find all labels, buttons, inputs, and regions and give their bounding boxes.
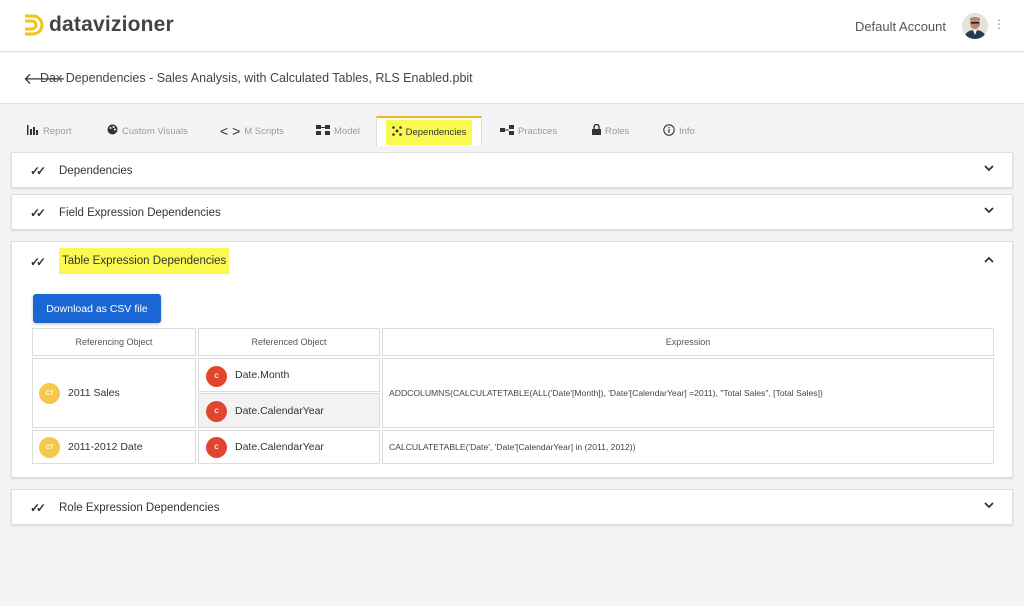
panel-header[interactable]: ✓✓ Field Expression Dependencies bbox=[12, 195, 1012, 230]
palette-icon bbox=[107, 124, 118, 138]
panel-title: Table Expression Dependencies bbox=[59, 248, 230, 274]
app-header: datavizioner Default Account ⋮ bbox=[0, 0, 1024, 52]
column-badge: C bbox=[206, 366, 227, 387]
referencing-object: 2011 Sales bbox=[68, 387, 120, 399]
double-check-icon: ✓✓ bbox=[30, 206, 46, 220]
tab-bar: Report Custom Visuals < > M Scripts Mode… bbox=[0, 116, 1024, 146]
calculated-table-badge: CT bbox=[39, 383, 60, 404]
panel-header[interactable]: ✓✓ Table Expression Dependencies bbox=[12, 242, 1012, 282]
code-icon: < > bbox=[220, 123, 241, 139]
tab-label: Info bbox=[679, 125, 695, 137]
dependencies-icon bbox=[391, 125, 402, 139]
chevron-down-icon[interactable] bbox=[984, 205, 994, 217]
double-check-icon: ✓✓ bbox=[30, 164, 46, 178]
column-badge: C bbox=[206, 437, 227, 458]
column-header-expression: Expression bbox=[382, 328, 994, 356]
tab-label: Custom Visuals bbox=[122, 125, 188, 137]
table-row-1-referenced-1: C Date.Month bbox=[198, 358, 380, 392]
table-row-2-expression: CALCULATETABLE('Date', 'Date'[CalendarYe… bbox=[382, 430, 994, 464]
model-icon bbox=[316, 124, 330, 138]
brand-name: datavizioner bbox=[49, 13, 174, 36]
logo-icon bbox=[25, 14, 44, 36]
tab-m-scripts[interactable]: < > M Scripts bbox=[220, 116, 284, 146]
calculated-table-badge: CT bbox=[39, 437, 60, 458]
bar-chart-icon bbox=[27, 124, 39, 138]
panel-header[interactable]: ✓✓ Dependencies bbox=[12, 153, 1012, 188]
table-expression-panel: ✓✓ Table Expression Dependencies Downloa… bbox=[11, 241, 1013, 478]
table-row-1-expression: ADDCOLUMNS(CALCULATETABLE(ALL('Date'[Mon… bbox=[382, 358, 994, 428]
datavizioner-logo[interactable]: datavizioner bbox=[22, 13, 174, 37]
practices-icon bbox=[500, 124, 514, 138]
tab-label: Model bbox=[334, 125, 360, 137]
tab-label: Roles bbox=[605, 125, 630, 137]
tab-practices[interactable]: Practices bbox=[500, 116, 557, 146]
table-row-1-referencing: CT 2011 Sales bbox=[32, 358, 196, 428]
file-title: Dax Dependencies - Sales Analysis, with … bbox=[40, 71, 473, 85]
referencing-object: 2011-2012 Date bbox=[68, 441, 143, 453]
dependencies-panel: ✓✓ Dependencies bbox=[11, 152, 1013, 188]
info-icon bbox=[663, 123, 675, 139]
panel-title: Role Expression Dependencies bbox=[59, 502, 220, 514]
kebab-icon[interactable]: ⋮ bbox=[993, 17, 1005, 31]
download-csv-button[interactable]: Download as CSV file bbox=[33, 294, 161, 323]
tab-model[interactable]: Model bbox=[316, 116, 360, 146]
panel-title: Dependencies bbox=[59, 165, 133, 177]
account-name[interactable]: Default Account bbox=[855, 19, 946, 34]
tab-label: M Scripts bbox=[244, 125, 284, 137]
title-highlight: Table Expression Dependencies bbox=[59, 248, 230, 274]
double-check-icon: ✓✓ bbox=[30, 501, 46, 515]
role-expression-panel: ✓✓ Role Expression Dependencies bbox=[11, 489, 1013, 525]
expression-text: ADDCOLUMNS(CALCULATETABLE(ALL('Date'[Mon… bbox=[389, 388, 823, 398]
tab-highlight: Dependencies bbox=[385, 119, 473, 145]
table-row-2-referenced-1: C Date.CalendarYear bbox=[198, 430, 380, 464]
expression-text: CALCULATETABLE('Date', 'Date'[CalendarYe… bbox=[389, 442, 636, 452]
column-badge: C bbox=[206, 401, 227, 422]
field-expression-panel: ✓✓ Field Expression Dependencies bbox=[11, 194, 1013, 230]
panel-title: Field Expression Dependencies bbox=[59, 207, 221, 219]
avatar[interactable] bbox=[962, 13, 988, 39]
tab-info[interactable]: Info bbox=[663, 116, 695, 146]
tab-custom-visuals[interactable]: Custom Visuals bbox=[107, 116, 188, 146]
chevron-down-icon[interactable] bbox=[984, 163, 994, 175]
panel-header[interactable]: ✓✓ Role Expression Dependencies bbox=[12, 490, 1012, 525]
table-row-1-referenced-2: C Date.CalendarYear bbox=[198, 393, 380, 428]
table-row-2-referencing: CT 2011-2012 Date bbox=[32, 430, 196, 464]
tab-label: Report bbox=[43, 125, 72, 137]
tab-label: Practices bbox=[518, 125, 558, 137]
referenced-object: Date.CalendarYear bbox=[235, 405, 324, 417]
tab-roles[interactable]: Roles bbox=[592, 116, 629, 146]
chevron-up-icon[interactable] bbox=[984, 254, 994, 266]
file-bar: 🡐 Dax Dependencies - Sales Analysis, wit… bbox=[0, 53, 1024, 104]
lock-icon bbox=[592, 123, 601, 138]
column-header-referencing: Referencing Object bbox=[32, 328, 196, 356]
column-header-referenced: Referenced Object bbox=[198, 328, 380, 356]
referenced-object: Date.CalendarYear bbox=[235, 441, 324, 453]
chevron-down-icon[interactable] bbox=[984, 500, 994, 512]
referenced-object: Date.Month bbox=[235, 369, 290, 381]
double-check-icon: ✓✓ bbox=[30, 255, 46, 269]
tab-report[interactable]: Report bbox=[27, 116, 72, 146]
tab-label: Dependencies bbox=[405, 126, 467, 138]
tab-dependencies[interactable]: Dependencies bbox=[376, 116, 482, 146]
